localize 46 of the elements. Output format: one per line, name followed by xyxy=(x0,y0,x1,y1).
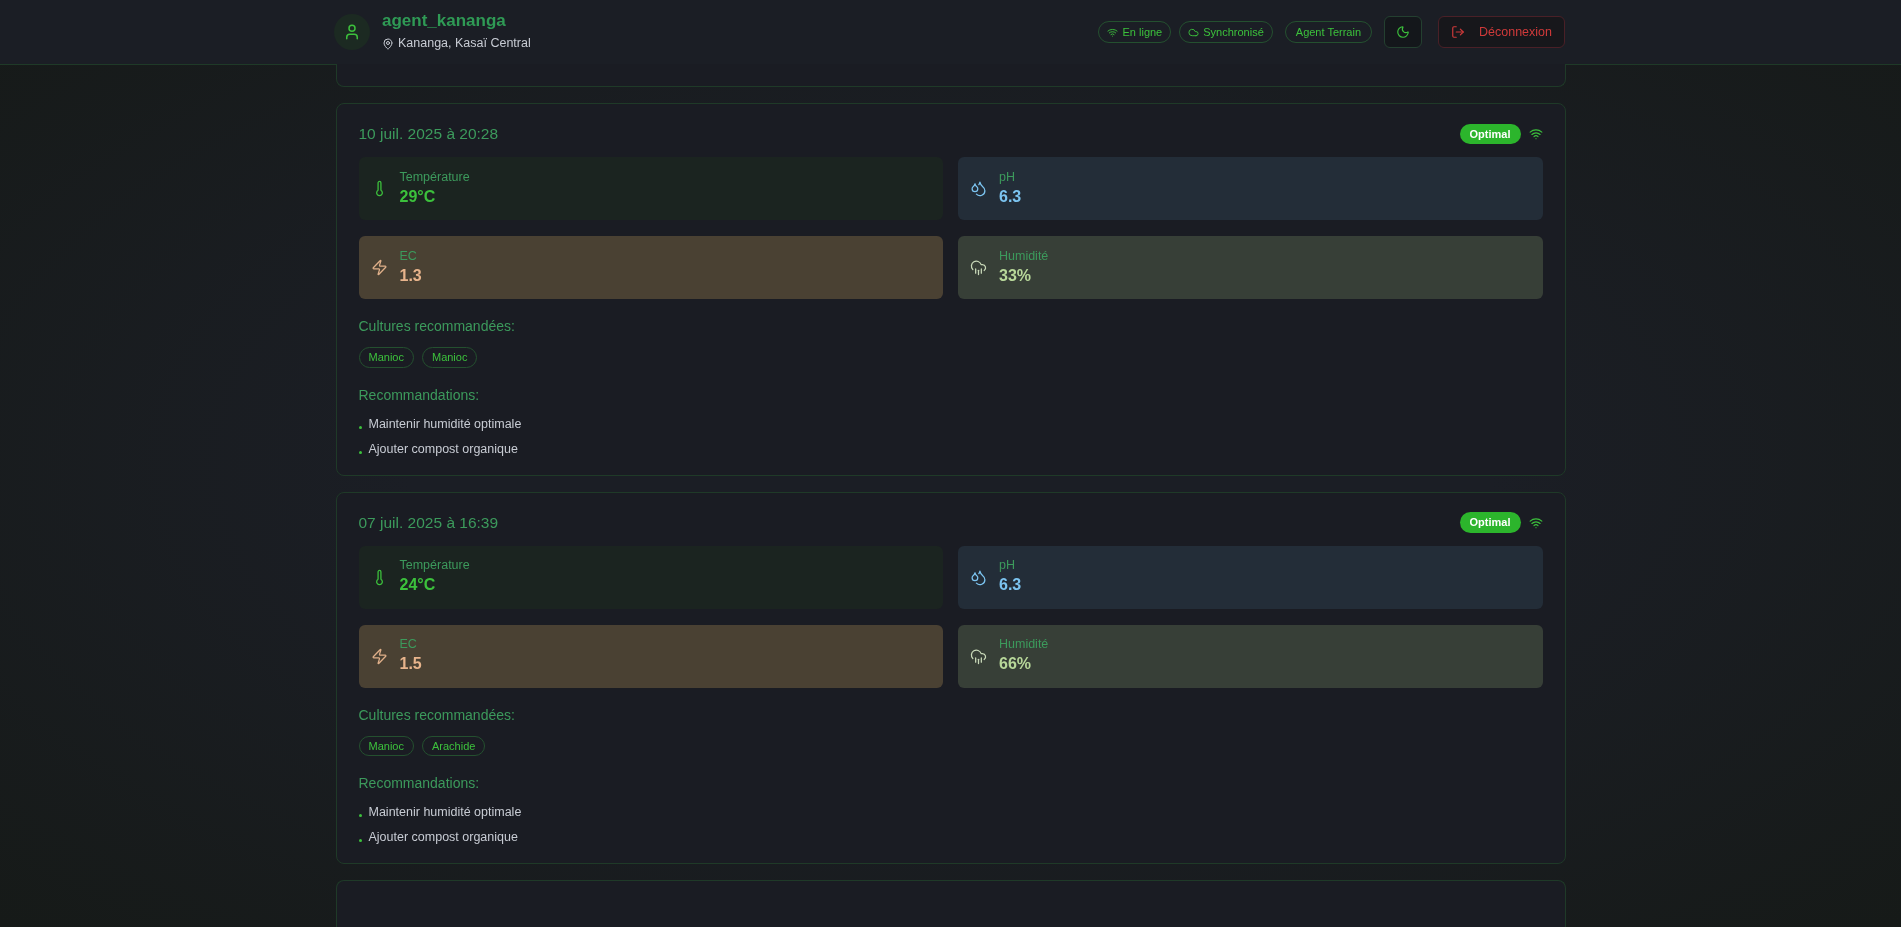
metric-label: Humidité xyxy=(999,636,1049,652)
avatar-icon xyxy=(334,14,370,50)
metric-value: 1.3 xyxy=(399,265,422,286)
metric-value: 29°C xyxy=(399,186,437,207)
metric-value: 24°C xyxy=(399,575,437,595)
recommendations-heading: Recommandations: xyxy=(358,774,480,793)
moon-icon xyxy=(1396,25,1411,39)
metric-value: 33% xyxy=(999,265,1033,286)
recommendation-text: Ajouter compost organique xyxy=(368,440,518,458)
metric-value: 6.3 xyxy=(999,575,1022,595)
status-badge: Optimal xyxy=(1459,123,1521,145)
wifi-icon xyxy=(1107,26,1119,38)
lightning-icon xyxy=(370,647,388,665)
username: agent_kananga xyxy=(382,11,507,32)
lightning-icon xyxy=(370,259,388,276)
metric-label: pH xyxy=(999,168,1016,185)
reading-date: 07 juil. 2025 à 16:39 xyxy=(358,512,499,533)
status-badge: Optimal xyxy=(1459,512,1521,533)
metric-value: 6.3 xyxy=(999,186,1022,207)
location-text: Kananga, Kasaï Central xyxy=(398,35,531,53)
metric-label: EC xyxy=(399,247,418,264)
rain-cloud-icon xyxy=(970,647,987,665)
cloud-icon xyxy=(1188,26,1200,38)
reading-date: 10 juil. 2025 à 20:28 xyxy=(358,124,499,145)
wifi-icon xyxy=(1528,515,1543,530)
location-pin-icon xyxy=(382,37,394,50)
metric-value: 66% xyxy=(999,654,1033,674)
recommendation-text: Maintenir humidité optimale xyxy=(368,415,522,433)
crops-heading: Cultures recommandées: xyxy=(358,705,515,725)
metric-label: Température xyxy=(399,557,470,573)
metric-label: Température xyxy=(399,168,470,185)
droplets-icon xyxy=(970,568,987,586)
metric-value: 1.5 xyxy=(399,654,422,674)
recommendation-text: Maintenir humidité optimale xyxy=(368,804,522,821)
droplets-icon xyxy=(970,180,987,197)
logout-icon xyxy=(1451,25,1466,39)
recommendations-heading: Recommandations: xyxy=(358,385,480,405)
logout-button[interactable]: Déconnexion xyxy=(1438,16,1565,48)
metric-label: EC xyxy=(399,636,418,652)
metric-label: pH xyxy=(999,557,1016,573)
metric-label: Humidité xyxy=(999,247,1049,264)
recommendation-text: Ajouter compost organique xyxy=(368,829,518,846)
wifi-icon xyxy=(1528,127,1543,141)
crops-heading: Cultures recommandées: xyxy=(358,317,515,336)
theme-toggle-button[interactable] xyxy=(1384,16,1423,48)
rain-cloud-icon xyxy=(970,259,987,276)
